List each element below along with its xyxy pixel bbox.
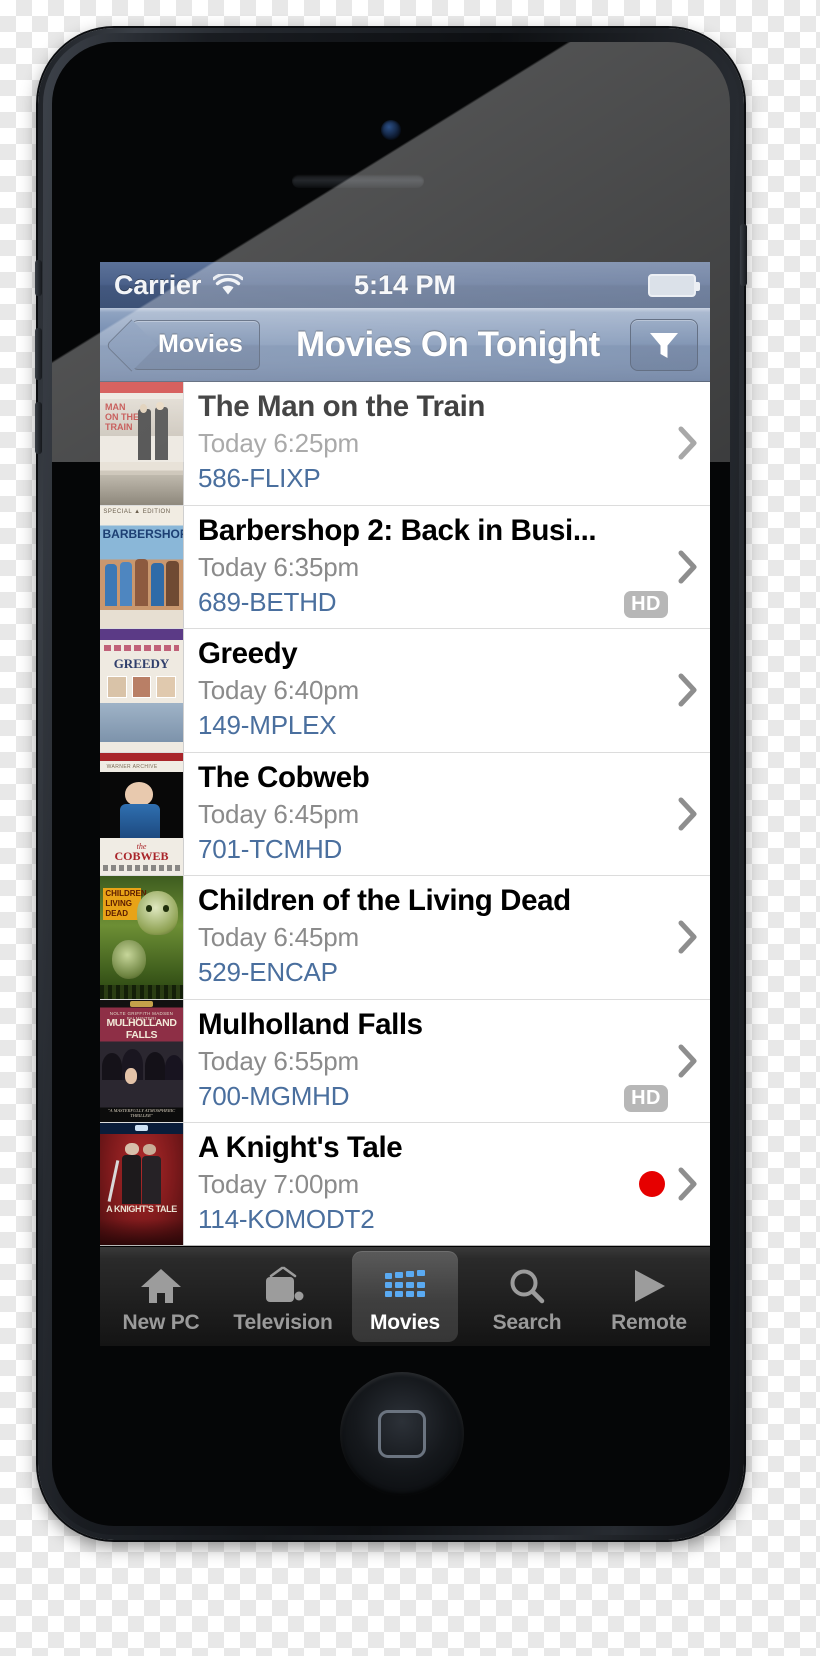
film-clapper-icon (382, 1263, 428, 1309)
airing-time: Today 6:45pm (198, 922, 359, 952)
poster-a-knights-tale: A KNIGHT'S TALE (100, 1123, 184, 1245)
tab-bar: New PC Television Movies Search Remote (100, 1246, 710, 1346)
recording-indicator-icon (639, 1171, 665, 1198)
tab-label: Movies (370, 1310, 440, 1334)
channel-label: 701-TCMHD (198, 833, 343, 864)
clock-label: 5:14 PM (353, 269, 457, 300)
home-square-icon (378, 1410, 426, 1458)
magnifier-icon (505, 1263, 549, 1309)
movie-list[interactable]: MAN ON THE TRAIN The Man on the Train Toda… (100, 382, 710, 1246)
row-text-block: Children of the Living Dead Today 6:45pm… (184, 876, 600, 999)
disclosure-chevron-icon[interactable] (678, 550, 698, 584)
disclosure-chevron-icon[interactable] (678, 1167, 698, 1201)
airing-time: Today 6:25pm (198, 428, 359, 458)
phone-device: Carrier 5:14 PM Movies Movies On Tonight (35, 28, 747, 1540)
home-button[interactable] (340, 1372, 464, 1496)
table-row[interactable]: CHILDREN LIVING DEAD Children of the Livin… (100, 876, 710, 1000)
poster-greedy: GREEDY (100, 629, 184, 752)
airing-time: Today 6:45pm (198, 798, 359, 829)
disclosure-chevron-icon[interactable] (678, 426, 698, 460)
phone-glass: Carrier 5:14 PM Movies Movies On Tonight (52, 42, 730, 1526)
movie-title: The Man on the Train (198, 390, 486, 423)
poster-man-on-the-train: MAN ON THE TRAIN (100, 382, 184, 505)
movie-title: A Knight's Tale (198, 1131, 403, 1164)
row-text-block: A Knight's Tale Today 7:00pm 114-KOMODT2 (184, 1123, 600, 1245)
table-row[interactable]: WARNER ARCHIVE the COBWEB The Cobweb Tod… (100, 752, 710, 876)
row-accessories (600, 1123, 710, 1245)
hd-badge: HD (624, 591, 668, 618)
row-accessories: HD (600, 1000, 710, 1123)
row-text-block: The Man on the Train Today 6:25pm 586-FL… (184, 382, 600, 505)
power-button[interactable] (740, 224, 747, 286)
poster-children-living-dead: CHILDREN LIVING DEAD (100, 876, 184, 999)
row-accessories: HD (600, 506, 710, 629)
airing-time: Today 6:35pm (198, 551, 359, 582)
movie-title: Mulholland Falls (198, 1007, 423, 1041)
row-text-block: Mulholland Falls Today 6:55pm 700-MGMHD (184, 1000, 600, 1123)
volume-down-button[interactable] (35, 402, 42, 454)
disclosure-chevron-icon[interactable] (678, 673, 698, 707)
status-bar: Carrier 5:14 PM (100, 262, 710, 308)
earpiece-speaker (292, 174, 424, 188)
page-title: Movies On Tonight (295, 324, 600, 364)
airing-time: Today 6:55pm (198, 1045, 359, 1076)
channel-label: 586-FLIXP (198, 463, 321, 493)
table-row[interactable]: GREEDY Greedy Today 6:40pm 149-MPLEX (100, 629, 710, 753)
back-button-label: Movies (158, 330, 243, 358)
tab-label: New PC (122, 1310, 200, 1334)
front-camera-icon (381, 120, 401, 140)
poster-mulholland-falls: NOLTE GRIFFITH MADSEN PALMINTERI MULHOLL… (100, 999, 184, 1122)
channel-label: 529-ENCAP (198, 957, 338, 987)
app-screen: Carrier 5:14 PM Movies Movies On Tonight (100, 262, 710, 1346)
airing-time: Today 6:40pm (198, 675, 359, 705)
channel-label: 689-BETHD (198, 586, 337, 617)
channel-label: 149-MPLEX (198, 710, 337, 740)
tab-remote[interactable]: Remote (588, 1247, 710, 1346)
navigation-bar: Movies Movies On Tonight (100, 308, 710, 382)
filter-funnel-icon (647, 328, 681, 362)
disclosure-chevron-icon[interactable] (678, 920, 698, 954)
tab-label: Television (233, 1310, 333, 1334)
battery-icon (648, 273, 700, 297)
tab-movies[interactable]: Movies (344, 1247, 466, 1346)
mute-switch[interactable] (35, 260, 42, 296)
row-text-block: Greedy Today 6:40pm 149-MPLEX (184, 629, 600, 752)
poster-the-cobweb: WARNER ARCHIVE the COBWEB (100, 752, 184, 875)
movie-title: Barbershop 2: Back in Busi... (198, 513, 597, 547)
poster-barbershop-2: SPECIAL ▲ EDITION BARBERSHOP2 (100, 505, 184, 628)
airing-time: Today 7:00pm (198, 1169, 359, 1199)
disclosure-chevron-icon[interactable] (678, 1044, 698, 1078)
volume-up-button[interactable] (35, 328, 42, 380)
tab-television[interactable]: Television (222, 1247, 344, 1346)
table-row[interactable]: NOLTE GRIFFITH MADSEN PALMINTERI MULHOLL… (100, 999, 710, 1123)
movie-title: Greedy (198, 637, 298, 670)
table-row[interactable]: A KNIGHT'S TALE A Knight's Tale Today 7:… (100, 1123, 710, 1245)
row-accessories (600, 629, 710, 752)
row-accessories (600, 876, 710, 999)
tab-label: Search (492, 1310, 562, 1334)
home-icon (139, 1263, 183, 1309)
back-button[interactable]: Movies (132, 319, 260, 370)
filter-button[interactable] (630, 318, 698, 371)
row-accessories (600, 382, 710, 505)
channel-label: 700-MGMHD (198, 1080, 350, 1111)
hd-badge: HD (624, 1085, 668, 1112)
play-triangle-icon (627, 1263, 671, 1309)
row-accessories (600, 753, 710, 876)
tab-label: Remote (611, 1310, 687, 1334)
movie-title: Children of the Living Dead (198, 884, 571, 917)
row-text-block: The Cobweb Today 6:45pm 701-TCMHD (184, 753, 600, 876)
disclosure-chevron-icon[interactable] (678, 797, 698, 831)
tv-icon (261, 1263, 305, 1309)
row-text-block: Barbershop 2: Back in Busi... Today 6:35… (184, 506, 600, 629)
table-row[interactable]: MAN ON THE TRAIN The Man on the Train Toda… (100, 382, 710, 506)
tab-search[interactable]: Search (466, 1247, 588, 1346)
movie-title: The Cobweb (198, 760, 370, 794)
table-row[interactable]: SPECIAL ▲ EDITION BARBERSHOP2 Barbershop… (100, 505, 710, 629)
channel-label: 114-KOMODT2 (198, 1204, 375, 1234)
tab-new-pc[interactable]: New PC (100, 1247, 222, 1346)
